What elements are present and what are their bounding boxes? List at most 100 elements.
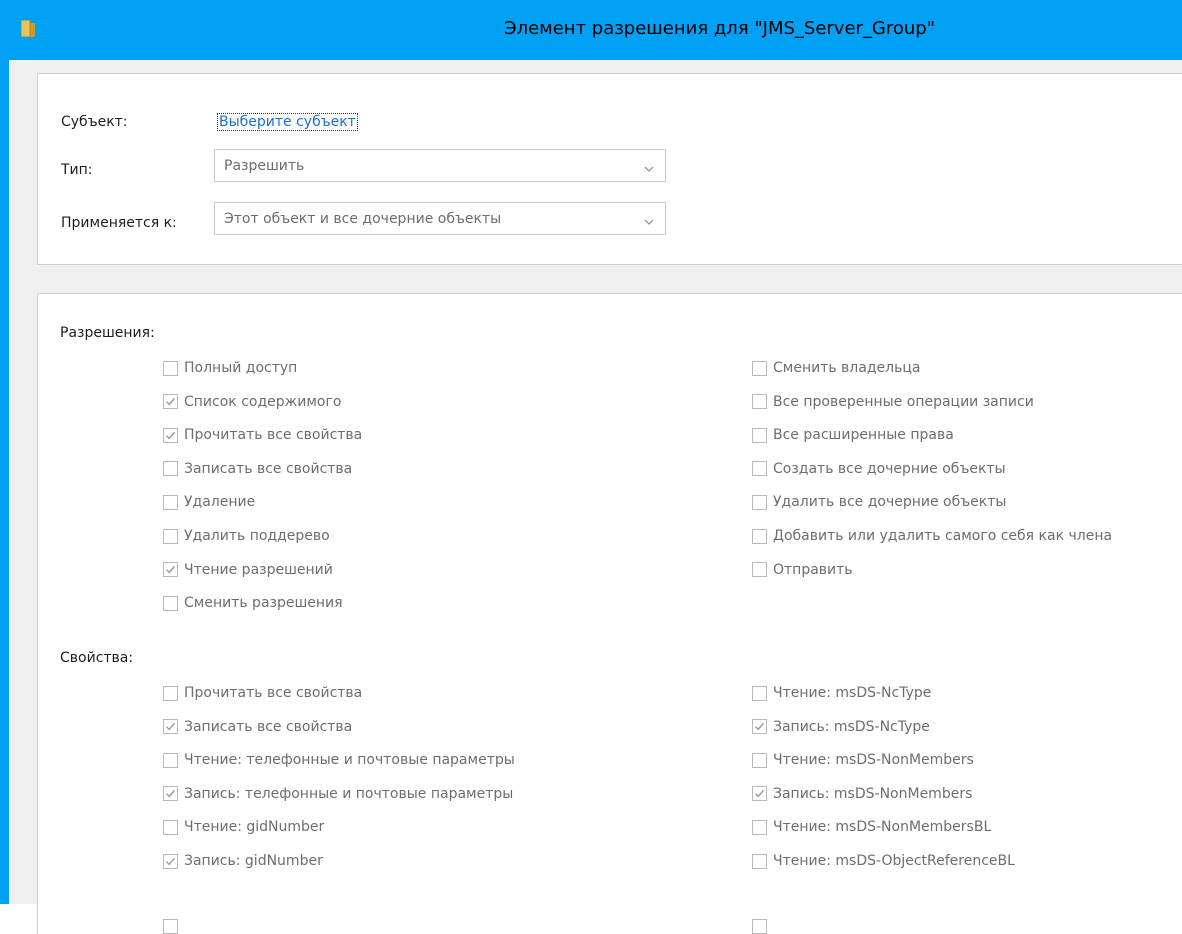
checkbox-row[interactable]: Чтение: msDS-NcType: [752, 683, 931, 703]
checkbox-unchecked[interactable]: [163, 494, 178, 510]
checkbox-unchecked[interactable]: [163, 752, 178, 768]
checkbox-row[interactable]: Сменить владельца: [752, 358, 920, 378]
checkbox-row[interactable]: Запись: телефонные и почтовые параметры: [163, 784, 513, 804]
checkbox-label: Добавить или удалить самого себя как чле…: [773, 528, 1113, 544]
checkbox: [752, 918, 767, 934]
checkbox-label: Прочитать все свойства: [184, 427, 363, 444]
checkbox-label: Отправить: [773, 561, 853, 578]
checkbox-label: Чтение: msDS-NcType: [773, 685, 932, 701]
checkmark-icon: [166, 857, 176, 865]
checkbox-row[interactable]: Отправить: [752, 560, 853, 580]
checkbox-row[interactable]: Прочитать все свойства: [163, 425, 362, 445]
checkbox-label: Удаление: [184, 494, 256, 511]
checkbox-unchecked[interactable]: [163, 685, 178, 701]
properties-heading: Свойства:: [60, 650, 134, 666]
checkbox-label: Запись: msDS-NcType: [773, 718, 930, 735]
checkbox-row[interactable]: Чтение: msDS-ObjectReferenceBL: [752, 851, 1015, 871]
applies-to-label: Применяется к:: [61, 215, 177, 231]
checkmark-icon: [166, 398, 176, 406]
checkbox-row[interactable]: Записать все свойства: [163, 717, 352, 737]
checkbox-unchecked[interactable]: [752, 819, 767, 835]
checkbox-row[interactable]: Прочитать все свойства: [163, 683, 362, 703]
checkbox-label: Удалить все дочерние объекты: [773, 494, 1007, 511]
checkbox-row[interactable]: Чтение: gidNumber: [163, 817, 324, 837]
select-principal-link[interactable]: Выберите субъект: [217, 113, 358, 131]
checkbox-row[interactable]: Все расширенные права: [752, 425, 954, 445]
checkbox-label: Полный доступ: [184, 360, 298, 376]
checkbox-row[interactable]: Все проверенные операции записи: [752, 392, 1034, 412]
checkbox-row[interactable]: Удалить все дочерние объекты: [752, 492, 1006, 512]
checkmark-icon: [166, 431, 176, 440]
window-frame-left: [0, 60, 9, 904]
checkbox-row-clipped: [752, 916, 767, 934]
type-value: Разрешить: [224, 158, 305, 174]
checkbox: [163, 918, 178, 934]
checkbox-unchecked[interactable]: [163, 819, 178, 835]
checkbox-label: Запись: msDS-NonMembers: [773, 785, 973, 802]
checkbox-label: Список содержимого: [184, 393, 342, 410]
checkbox-row[interactable]: Удалить поддерево: [163, 526, 330, 546]
checkbox-row[interactable]: Записать все свойства: [163, 459, 352, 479]
checkbox-row-clipped: [163, 916, 178, 934]
checkbox-unchecked[interactable]: [163, 461, 178, 477]
checkbox-label: Все расширенные права: [773, 427, 954, 444]
type-label: Тип:: [61, 162, 93, 178]
checkbox-label: Чтение разрешений: [184, 561, 333, 578]
checkbox-row[interactable]: Чтение разрешений: [163, 560, 333, 580]
checkbox-checked[interactable]: [163, 719, 178, 735]
checkbox-row[interactable]: Запись: msDS-NcType: [752, 717, 930, 737]
checkbox-checked[interactable]: [752, 786, 767, 802]
applies-to-value: Этот объект и все дочерние объекты: [224, 211, 502, 227]
checkbox-unchecked[interactable]: [752, 685, 767, 701]
checkbox-unchecked[interactable]: [163, 360, 178, 376]
checkbox-unchecked[interactable]: [752, 752, 767, 768]
checkbox-unchecked[interactable]: [752, 360, 767, 376]
checkbox-row[interactable]: Запись: msDS-NonMembers: [752, 784, 972, 804]
checkbox-unchecked[interactable]: [163, 528, 178, 544]
checkbox-unchecked[interactable]: [752, 394, 767, 410]
checkbox-unchecked[interactable]: [163, 595, 178, 611]
checkbox-row[interactable]: Создать все дочерние объекты: [752, 459, 1006, 479]
checkbox-row[interactable]: Запись: gidNumber: [163, 851, 323, 871]
checkbox-row[interactable]: Удаление: [163, 492, 255, 512]
checkbox-label: Все проверенные операции записи: [773, 393, 1034, 410]
checkbox-unchecked[interactable]: [752, 494, 767, 510]
checkbox-checked[interactable]: [163, 427, 178, 443]
checkbox-row[interactable]: Полный доступ: [163, 358, 297, 378]
checkbox-label: Записать все свойства: [184, 718, 353, 735]
checkbox-checked[interactable]: [163, 786, 178, 802]
checkbox-checked[interactable]: [163, 853, 178, 869]
checkbox-unchecked[interactable]: [752, 562, 767, 578]
checkbox-label: Чтение: gidNumber: [184, 819, 325, 836]
title-bar: Элемент разрешения для "JMS_Server_Group…: [0, 0, 1182, 60]
checkbox-row[interactable]: Список содержимого: [163, 392, 341, 412]
applies-to-combobox[interactable]: Этот объект и все дочерние объекты: [214, 202, 666, 235]
checkbox-label: Записать все свойства: [184, 460, 353, 477]
checkbox-unchecked[interactable]: [752, 853, 767, 869]
window-title: Элемент разрешения для "JMS_Server_Group…: [504, 18, 936, 39]
chevron-down-icon: [643, 160, 655, 172]
checkmark-icon: [755, 790, 765, 798]
checkbox-row[interactable]: Чтение: телефонные и почтовые параметры: [163, 750, 515, 770]
checkbox-checked[interactable]: [752, 719, 767, 735]
checkbox-label: Прочитать все свойства: [184, 685, 363, 701]
checkbox-unchecked[interactable]: [752, 461, 767, 477]
type-combobox[interactable]: Разрешить: [214, 149, 666, 182]
checkbox-label: Сменить владельца: [773, 360, 921, 376]
checkbox-label: Удалить поддерево: [184, 528, 330, 544]
checkbox-checked[interactable]: [163, 394, 178, 410]
checkbox-row[interactable]: Чтение: msDS-NonMembersBL: [752, 817, 991, 837]
checkmark-icon: [166, 723, 176, 731]
checkbox-row[interactable]: Добавить или удалить самого себя как чле…: [752, 526, 1112, 546]
checkbox-checked[interactable]: [163, 562, 178, 578]
checkbox-row[interactable]: Сменить разрешения: [163, 593, 343, 613]
checkbox-label: Чтение: msDS-ObjectReferenceBL: [773, 853, 1015, 869]
checkbox-row[interactable]: Чтение: msDS-NonMembers: [752, 750, 974, 770]
chevron-down-icon: [643, 213, 655, 225]
checkbox-unchecked[interactable]: [752, 528, 767, 544]
checkbox-unchecked[interactable]: [752, 427, 767, 443]
checkmark-icon: [166, 566, 176, 574]
permissions-heading: Разрешения:: [60, 325, 155, 341]
checkmark-icon: [755, 723, 765, 731]
checkbox-label: Сменить разрешения: [184, 595, 343, 612]
